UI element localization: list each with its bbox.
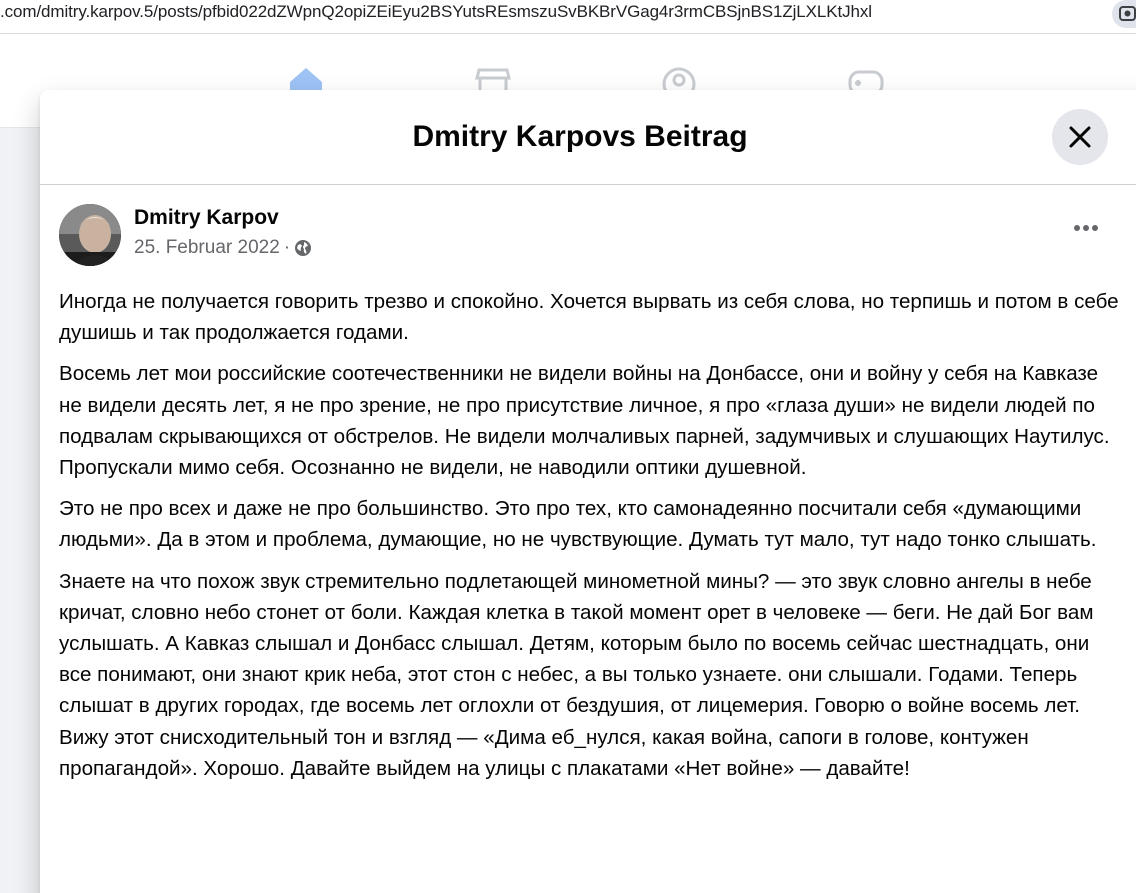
post-date[interactable]: 25. Februar 2022 [134, 237, 280, 259]
google-lens-icon[interactable] [1112, 0, 1136, 28]
post-paragraph: Это не про всех и даже не про большинств… [59, 497, 1097, 552]
close-button[interactable] [1052, 109, 1108, 165]
post-dialog: Dmitry Karpovs Beitrag Dmitry Karpov 25.… [40, 90, 1136, 893]
url-text[interactable]: .com/dmitry.karpov.5/posts/pfbid022dZWpn… [0, 2, 872, 22]
close-icon [1069, 126, 1091, 148]
post-paragraph: Знаете на что похож звук стремительно по… [59, 569, 1094, 780]
meta-separator: · [283, 237, 291, 258]
more-icon [1074, 225, 1098, 231]
post-paragraph: Иногда не получается говорить трезво и с… [59, 290, 1119, 345]
dialog-header: Dmitry Karpovs Beitrag [40, 90, 1136, 185]
browser-address-bar[interactable]: .com/dmitry.karpov.5/posts/pfbid022dZWpn… [0, 0, 1136, 34]
post-body: Иногда не получается говорить трезво и с… [59, 286, 1119, 794]
dialog-title: Dmitry Karpovs Beitrag [412, 120, 748, 153]
author-avatar[interactable] [59, 204, 121, 266]
post-paragraph: Восемь лет мои российские соотечественни… [59, 362, 1110, 480]
more-options-button[interactable] [1056, 210, 1116, 250]
globe-icon[interactable] [294, 239, 312, 257]
post-meta: 25. Februar 2022 · [134, 237, 312, 259]
author-name[interactable]: Dmitry Karpov [134, 206, 279, 230]
